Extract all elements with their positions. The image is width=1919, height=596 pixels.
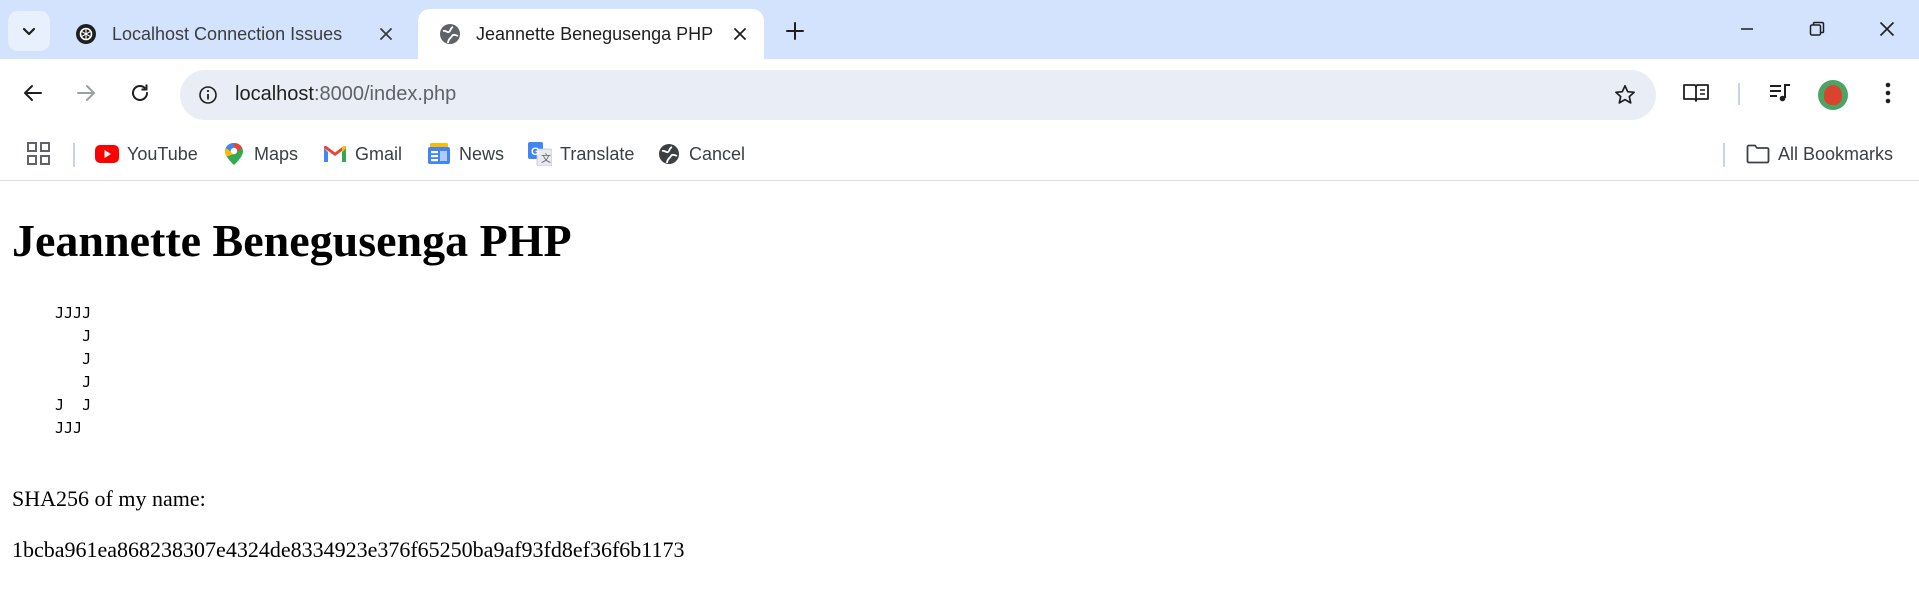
ascii-art: JJJJ J J J J J JJJ xyxy=(55,304,92,437)
bookmark-label: Gmail xyxy=(355,143,403,164)
minimize-icon xyxy=(1741,28,1753,30)
close-tab-icon[interactable] xyxy=(726,20,754,48)
gmail-icon xyxy=(323,142,347,166)
back-arrow-icon xyxy=(24,85,42,101)
profile-avatar[interactable] xyxy=(1818,80,1848,110)
tab-jeannette-benegusenga-php[interactable]: Jeannette Benegusenga PHP xyxy=(418,9,764,59)
url-host: localhost xyxy=(235,83,314,105)
url-path: :8000/index.php xyxy=(313,83,457,105)
site-info-icon[interactable] xyxy=(192,79,224,111)
tab-title: Localhost Connection Issues xyxy=(112,23,343,44)
bookmark-maps[interactable]: Maps xyxy=(222,138,298,170)
close-window-button[interactable] xyxy=(1862,10,1912,48)
globe-icon xyxy=(657,142,681,166)
toolbar-divider xyxy=(1738,83,1740,105)
svg-text:文: 文 xyxy=(541,152,551,165)
reading-mode-icon xyxy=(1683,84,1709,102)
bookmark-translate[interactable]: G文 Translate xyxy=(528,138,634,170)
bookmark-label: Translate xyxy=(560,143,635,164)
bookmark-label: Maps xyxy=(254,143,299,164)
translate-icon: G文 xyxy=(528,142,552,166)
forward-button[interactable] xyxy=(66,73,106,113)
all-bookmarks-button[interactable]: All Bookmarks xyxy=(1746,138,1893,170)
reload-button[interactable] xyxy=(120,73,160,113)
url-text[interactable]: localhost:8000/index.php xyxy=(235,83,456,106)
back-button[interactable] xyxy=(13,73,53,113)
tab-localhost-connection-issues[interactable]: Localhost Connection Issues xyxy=(54,9,410,59)
maps-icon xyxy=(222,142,246,166)
sha-label: SHA256 of my name: xyxy=(12,486,206,511)
apps-grid-icon[interactable] xyxy=(26,141,52,167)
browser-toolbar: localhost:8000/index.php xyxy=(0,59,1919,129)
bookmark-youtube[interactable]: YouTube xyxy=(95,138,198,170)
forward-arrow-icon xyxy=(77,85,95,101)
new-tab-button[interactable] xyxy=(778,14,812,48)
sha-value: 1bcba961ea868238307e4324de8334923e376f65… xyxy=(12,537,685,562)
reload-icon xyxy=(132,84,148,101)
playlist-music-icon xyxy=(1770,84,1790,102)
bookmarks-divider xyxy=(1723,143,1725,167)
folder-icon xyxy=(1746,142,1770,166)
plus-icon xyxy=(786,22,804,40)
all-bookmarks-label: All Bookmarks xyxy=(1778,143,1894,164)
minimize-button[interactable] xyxy=(1722,10,1772,48)
close-tab-icon[interactable] xyxy=(372,20,400,48)
more-vertical-icon xyxy=(1885,82,1891,104)
youtube-icon xyxy=(95,142,119,166)
bookmarks-bar: YouTube Maps Gmail News G文 Translate Can… xyxy=(0,129,1919,181)
bookmark-star-icon[interactable] xyxy=(1610,80,1640,110)
bookmark-gmail[interactable]: Gmail xyxy=(323,138,402,170)
svg-text:G: G xyxy=(531,146,540,158)
browser-menu-button[interactable] xyxy=(1868,73,1908,113)
bookmarks-divider xyxy=(73,143,75,167)
bookmark-label: Cancel xyxy=(689,143,746,164)
tab-title: Jeannette Benegusenga PHP xyxy=(476,23,714,44)
bookmark-label: News xyxy=(459,143,505,164)
bookmark-cancel[interactable]: Cancel xyxy=(657,138,745,170)
openai-icon xyxy=(74,22,98,46)
media-controls-button[interactable] xyxy=(1760,73,1800,113)
tab-search-button[interactable] xyxy=(8,11,50,51)
page-title: Jeannette Benegusenga PHP xyxy=(12,215,572,266)
chevron-down-icon xyxy=(22,27,36,36)
reading-mode-button[interactable] xyxy=(1676,73,1716,113)
page-content: Jeannette Benegusenga PHP JJJJ J J J J J… xyxy=(0,182,1919,596)
globe-icon xyxy=(438,22,462,46)
address-bar[interactable]: localhost:8000/index.php xyxy=(180,70,1656,120)
restore-icon xyxy=(1809,21,1825,36)
close-icon xyxy=(1879,21,1895,37)
tab-strip: Localhost Connection Issues Jeannette Be… xyxy=(0,0,1919,59)
bookmark-label: YouTube xyxy=(127,143,198,164)
restore-button[interactable] xyxy=(1792,10,1842,48)
bookmark-news[interactable]: News xyxy=(427,138,504,170)
news-icon xyxy=(427,142,451,166)
